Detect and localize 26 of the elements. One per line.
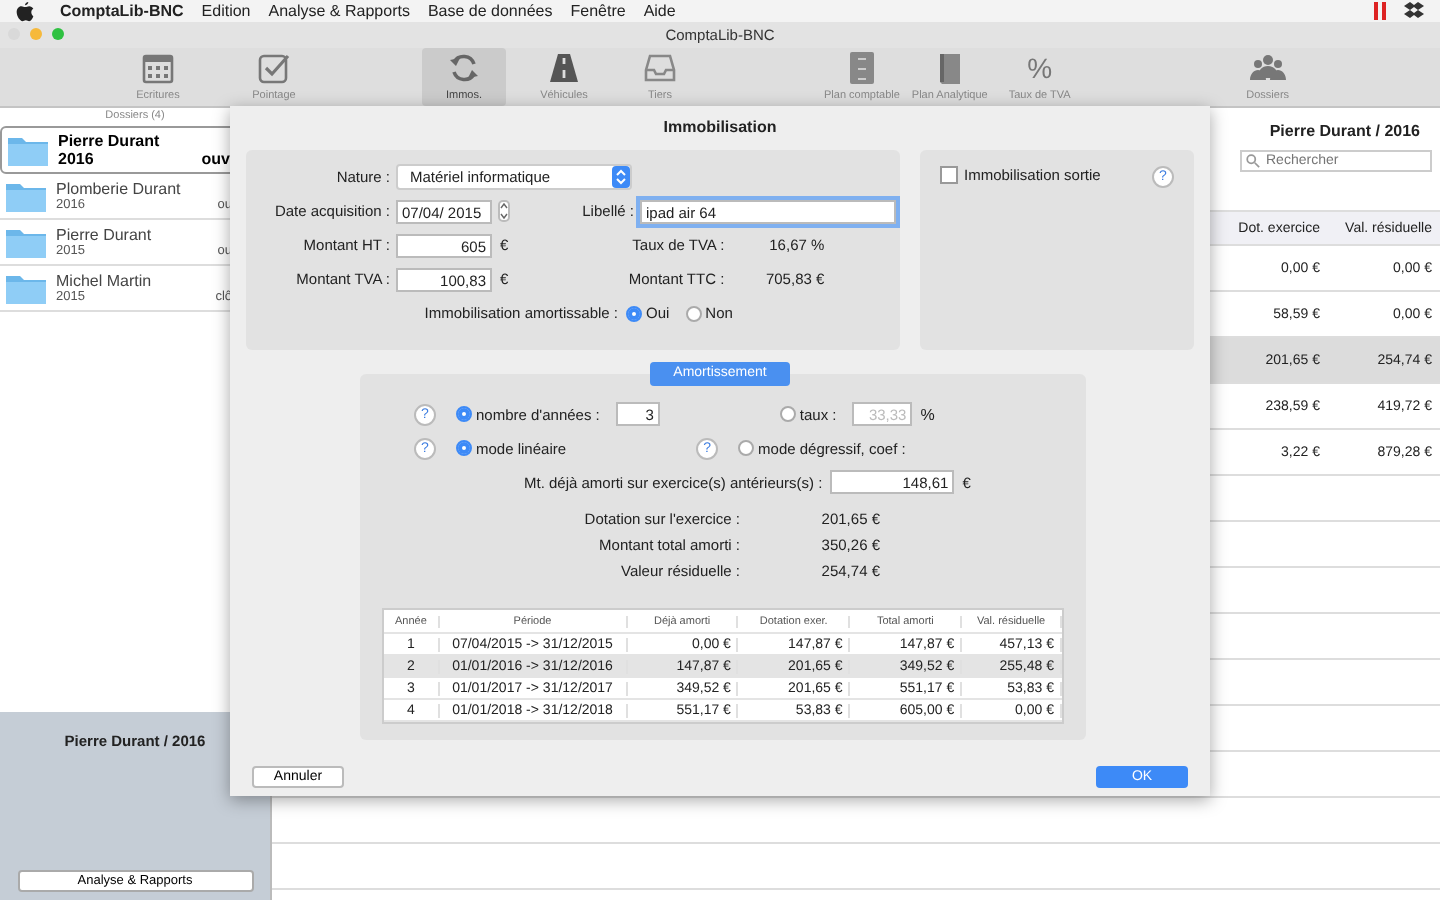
percent-icon: % — [1027, 52, 1053, 84]
menu-item[interactable]: Aide — [643, 2, 676, 20]
pause-icon[interactable] — [1374, 2, 1386, 20]
folder-icon — [6, 226, 46, 258]
folder-icon — [8, 134, 48, 166]
menu-item[interactable]: Analyse & Rapports — [268, 2, 410, 20]
search-icon — [1246, 154, 1260, 168]
checkbox-icon — [258, 52, 290, 84]
inbox-icon — [644, 52, 676, 84]
menu-item[interactable]: Fenêtre — [570, 2, 626, 20]
sync-icon — [448, 52, 480, 84]
folder-title: Pierre Durant / 2016 — [1269, 122, 1420, 140]
apple-icon[interactable] — [16, 1, 34, 21]
menu-item[interactable]: ComptaLib-BNC — [60, 2, 184, 20]
stepper-icon[interactable] — [498, 200, 510, 222]
menu-item[interactable]: Base de données — [427, 2, 553, 20]
folder-icon — [6, 272, 46, 304]
folder-icon — [6, 180, 46, 212]
book-icon — [935, 52, 964, 84]
dropdown-arrows-icon — [612, 166, 630, 188]
percent-label: % — [920, 405, 935, 423]
calendar-icon — [142, 52, 174, 84]
box-icon[interactable] — [1404, 2, 1424, 20]
dialog-title: Immobilisation — [661, 116, 779, 140]
people-icon — [1249, 52, 1286, 84]
menu-item[interactable]: Edition — [201, 2, 251, 20]
